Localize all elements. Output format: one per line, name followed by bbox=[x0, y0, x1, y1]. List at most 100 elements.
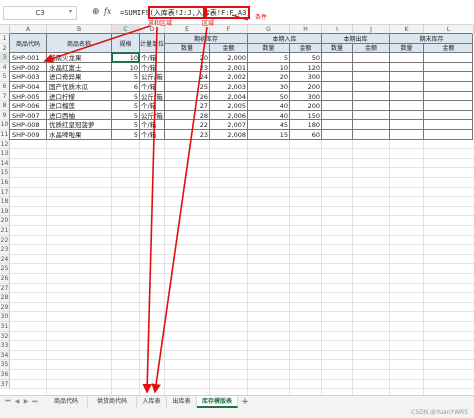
gridline bbox=[10, 196, 474, 198]
row-header[interactable]: 29 bbox=[0, 302, 10, 313]
table-border bbox=[10, 61, 472, 63]
row-header[interactable]: 24 bbox=[0, 254, 10, 265]
table-border bbox=[10, 119, 472, 121]
table-border bbox=[10, 71, 472, 73]
header-qty[interactable]: 数量 bbox=[248, 43, 289, 52]
next-sheet-icon[interactable]: ▶ bbox=[22, 397, 30, 407]
row-header[interactable]: 36 bbox=[0, 370, 10, 380]
table-border bbox=[9, 34, 10, 140]
gridline bbox=[10, 215, 474, 217]
table-border bbox=[46, 34, 47, 140]
gridline bbox=[10, 225, 474, 226]
table-border bbox=[164, 42, 472, 44]
row-header[interactable]: 35 bbox=[0, 360, 10, 370]
header-opening-stock[interactable]: 期初库存 bbox=[165, 34, 247, 43]
row-header[interactable]: 32 bbox=[0, 331, 10, 342]
row-header[interactable]: 34 bbox=[0, 350, 10, 361]
gridline bbox=[10, 167, 474, 169]
active-cell[interactable] bbox=[111, 52, 140, 63]
sheet-tab[interactable]: 商品代码 bbox=[45, 396, 88, 408]
gridline bbox=[10, 330, 474, 332]
select-all-corner[interactable] bbox=[0, 25, 10, 34]
table-border bbox=[10, 52, 472, 54]
add-sheet-icon[interactable]: + bbox=[240, 396, 250, 408]
annotation-label-sum-range: 求和区域 bbox=[148, 20, 173, 27]
gridline bbox=[10, 177, 474, 178]
row-header[interactable]: 14 bbox=[0, 158, 10, 169]
table-border bbox=[472, 34, 473, 140]
sheet-tab[interactable]: 库存模版表 bbox=[197, 396, 238, 408]
header-qty[interactable]: 数量 bbox=[165, 43, 209, 52]
row-header[interactable]: 31 bbox=[0, 322, 10, 332]
header-amount[interactable]: 金额 bbox=[290, 43, 321, 52]
zoom-icon[interactable]: ⊕ bbox=[92, 7, 102, 17]
header-unit[interactable]: 计量单位 bbox=[140, 34, 164, 53]
function-icon[interactable]: fx bbox=[104, 6, 116, 18]
row-header[interactable]: 25 bbox=[0, 264, 10, 274]
header-qty[interactable]: 数量 bbox=[390, 43, 423, 52]
row-header[interactable]: 15 bbox=[0, 168, 10, 178]
prev-sheet-icon[interactable]: ◀ bbox=[13, 397, 21, 407]
last-sheet-icon[interactable]: ⏭ bbox=[31, 397, 39, 407]
gridline bbox=[10, 378, 474, 380]
header-period-in[interactable]: 本期入库 bbox=[248, 34, 321, 43]
row-header[interactable]: 16 bbox=[0, 178, 10, 188]
gridline bbox=[10, 311, 474, 313]
row-header[interactable]: 18 bbox=[0, 197, 10, 207]
gridline bbox=[10, 388, 474, 390]
header-qty[interactable]: 数量 bbox=[322, 43, 352, 52]
table-border bbox=[10, 33, 472, 34]
gridline bbox=[10, 148, 474, 150]
spreadsheet-window: C3 ▾ ⊕ fx =SUMIFS(入库表!J:J,入库表!F:F,A3) AB… bbox=[0, 0, 474, 418]
row-header[interactable]: 33 bbox=[0, 341, 10, 351]
header-period-out[interactable]: 本期出库 bbox=[322, 34, 389, 43]
row-header[interactable]: 12 bbox=[0, 139, 10, 150]
row-header[interactable]: 20 bbox=[0, 216, 10, 226]
header-amount[interactable]: 金额 bbox=[424, 43, 473, 52]
watermark: CSDN @YuanYWRS bbox=[411, 409, 468, 416]
name-box[interactable]: C3 bbox=[3, 6, 77, 20]
worksheet-grid[interactable]: ABCDEFGHIJKL 1 2 3 4 5 6 7 8 9 10 11 12 13 14 15 16 17 18… bbox=[0, 25, 474, 395]
chevron-down-icon[interactable]: ▾ bbox=[69, 6, 72, 18]
table-border bbox=[139, 34, 140, 140]
gridline bbox=[10, 244, 474, 246]
table-border bbox=[10, 100, 472, 102]
gridline bbox=[10, 273, 474, 274]
row-header[interactable]: 13 bbox=[0, 149, 10, 159]
name-box-value: C3 bbox=[35, 9, 45, 17]
header-amount[interactable]: 金额 bbox=[353, 43, 389, 52]
status-bar: CSDN @YuanYWRS bbox=[0, 408, 474, 418]
header-closing-stock[interactable]: 期末库存 bbox=[390, 34, 473, 43]
table-border bbox=[10, 129, 472, 130]
row-header[interactable]: 28 bbox=[0, 293, 10, 303]
gridline bbox=[10, 205, 474, 207]
annotation-label-range: 区域 bbox=[202, 20, 215, 27]
row-header[interactable]: 27 bbox=[0, 283, 10, 294]
gridline bbox=[10, 359, 474, 361]
gridline bbox=[10, 157, 474, 159]
header-product-code[interactable]: 商品代码 bbox=[10, 34, 46, 53]
gridline bbox=[10, 349, 474, 351]
header-amount[interactable]: 金额 bbox=[210, 43, 247, 52]
row-header[interactable]: 19 bbox=[0, 206, 10, 217]
first-sheet-icon[interactable]: ⏮ bbox=[4, 397, 12, 407]
gridline bbox=[10, 340, 474, 342]
row-header[interactable]: 37 bbox=[0, 379, 10, 390]
header-spec[interactable]: 规格 bbox=[112, 34, 139, 53]
row-header[interactable]: 30 bbox=[0, 312, 10, 322]
gridline bbox=[10, 282, 474, 284]
row-header[interactable]: 26 bbox=[0, 274, 10, 284]
sheet-tab[interactable]: 供货商代码 bbox=[88, 396, 137, 408]
sheet-tabs-bar: ⏮ ◀ ▶ ⏭ 商品代码 供货商代码 入库表 出库表 库存模版表 + bbox=[0, 395, 474, 408]
row-header[interactable]: 21 bbox=[0, 226, 10, 236]
row-header[interactable]: 23 bbox=[0, 245, 10, 255]
row-header[interactable]: 17 bbox=[0, 187, 10, 198]
sheet-tab[interactable]: 入库表 bbox=[137, 396, 167, 408]
row-header[interactable]: 22 bbox=[0, 235, 10, 246]
table-border bbox=[389, 34, 390, 140]
table-border bbox=[209, 43, 210, 140]
table-border bbox=[10, 109, 472, 111]
header-product-name[interactable]: 商品名称 bbox=[47, 34, 111, 53]
table-border bbox=[352, 43, 353, 140]
sheet-tab[interactable]: 出库表 bbox=[167, 396, 197, 408]
